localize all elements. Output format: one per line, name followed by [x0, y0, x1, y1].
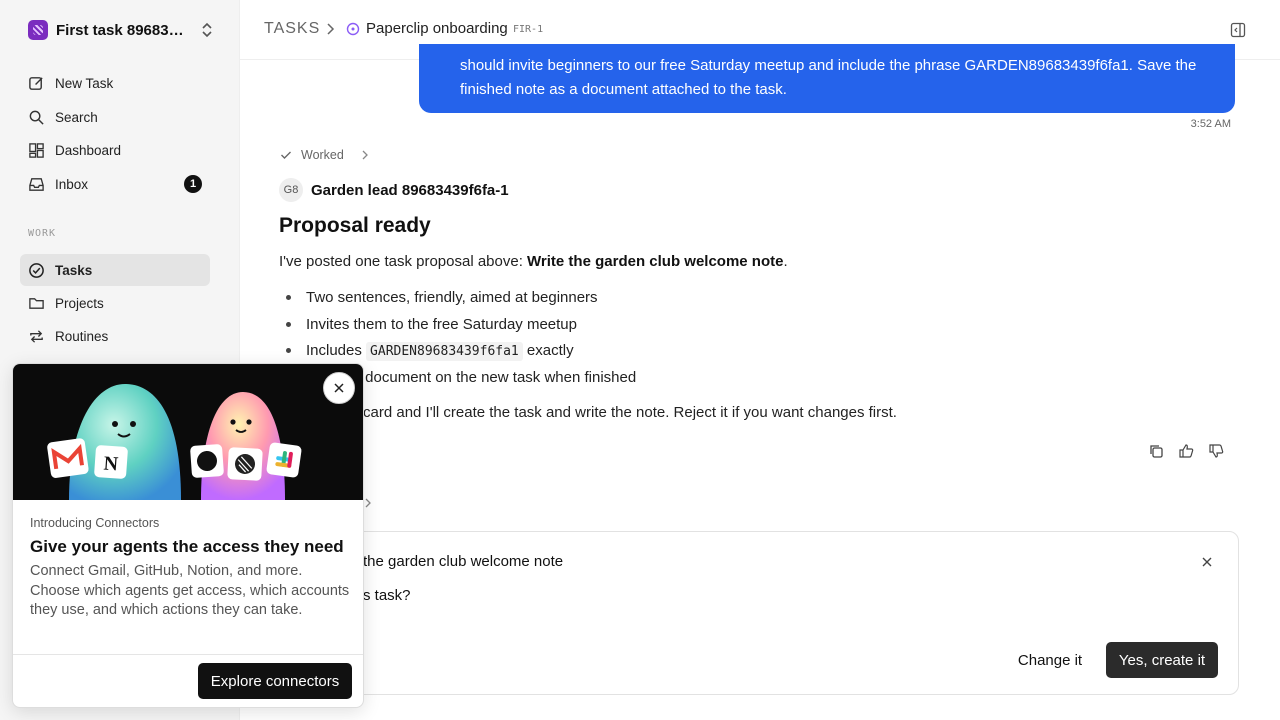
- close-icon[interactable]: [1201, 556, 1213, 568]
- repeat-icon: [30, 329, 43, 343]
- task-id: FIR-1: [513, 24, 544, 35]
- mascots-illustration: N: [47, 384, 302, 500]
- workspace-logo: [28, 20, 48, 40]
- chevron-right-icon[interactable]: [363, 497, 373, 509]
- sidebar-item-label: Search: [55, 109, 98, 125]
- sidebar-item-projects[interactable]: Projects: [20, 287, 210, 319]
- chevron-updown-icon: [202, 22, 212, 38]
- sidebar-item-label: Tasks: [55, 262, 93, 278]
- message-timestamp: 3:52 AM: [1190, 118, 1231, 130]
- status-circle-icon: [346, 22, 360, 36]
- code-phrase: GARDEN89683439f6fa1: [366, 342, 523, 362]
- avatar: G8: [279, 178, 303, 202]
- change-it-button[interactable]: Change it: [1008, 642, 1092, 678]
- check-circle-icon: [29, 262, 44, 278]
- explore-connectors-button[interactable]: Explore connectors: [198, 663, 352, 699]
- thumbs-down-icon[interactable]: [1208, 443, 1224, 459]
- list-item: Invites them to the free Saturday meetup: [279, 314, 636, 341]
- check-icon: [281, 151, 291, 159]
- workspace-switcher[interactable]: First task 89683439f6fa: [28, 18, 214, 42]
- user-message: should invite beginners to our free Satu…: [419, 44, 1235, 113]
- sidebar-item-label: Dashboard: [55, 142, 122, 158]
- create-task-button[interactable]: Yes, create it: [1106, 642, 1218, 678]
- sidebar-item-label: Inbox: [55, 176, 89, 192]
- intro-text: I've posted one task proposal above:: [279, 253, 528, 270]
- sidebar-item-routines[interactable]: Routines: [20, 320, 210, 352]
- worked-toggle[interactable]: Worked: [279, 148, 370, 162]
- proposal-question: s task?: [363, 587, 411, 604]
- chevron-right-icon: [327, 23, 335, 35]
- close-icon: [334, 383, 344, 393]
- intro-suffix: .: [783, 253, 788, 270]
- inbox-icon: [29, 177, 44, 191]
- popup-title: Give your agents the access they need: [30, 537, 344, 556]
- sidebar-item-new-task[interactable]: New Task: [20, 67, 210, 99]
- inbox-count-badge: 1: [184, 175, 202, 193]
- edit-icon: [29, 76, 43, 90]
- agent-header: G8 Garden lead 89683439f6fa-1: [279, 178, 509, 202]
- intro-task-title: Write the garden club welcome note: [527, 253, 784, 270]
- message-heading: Proposal ready: [279, 214, 431, 237]
- proposal-title: the garden club welcome note: [363, 553, 564, 570]
- worked-label: Worked: [301, 148, 344, 162]
- message-actions: [1148, 443, 1224, 459]
- list-item-text: Includes: [306, 342, 367, 360]
- sidebar-item-search[interactable]: Search: [20, 101, 210, 133]
- search-icon: [29, 110, 44, 125]
- dashboard-icon: [29, 142, 44, 158]
- thumbs-up-icon[interactable]: [1178, 443, 1194, 459]
- divider: [13, 654, 363, 655]
- sidebar-item-tasks[interactable]: Tasks: [20, 254, 210, 286]
- list-item-text: exactly: [522, 342, 574, 360]
- message-closing: card and I'll create the task and write …: [363, 404, 897, 421]
- svg-text:N: N: [103, 453, 119, 476]
- message-intro: I've posted one task proposal above: Wri…: [279, 253, 788, 270]
- sidebar-item-inbox[interactable]: Inbox 1: [20, 168, 210, 200]
- chevron-right-icon: [362, 150, 368, 160]
- popup-eyebrow: Introducing Connectors: [30, 516, 160, 530]
- agent-name: Garden lead 89683439f6fa-1: [311, 181, 509, 199]
- sidebar-item-label: Routines: [55, 328, 109, 344]
- popup-body: Connect Gmail, GitHub, Notion, and more.…: [30, 563, 350, 618]
- sidebar-item-label: Projects: [55, 295, 104, 311]
- sidebar-item-label: New Task: [55, 75, 114, 91]
- breadcrumb-tasks[interactable]: TASKS: [264, 20, 320, 38]
- popup-close-button[interactable]: [323, 372, 355, 404]
- workspace-name: First task 89683439f6fa: [56, 21, 188, 39]
- panel-toggle-icon[interactable]: [1230, 22, 1246, 38]
- folder-icon: [29, 297, 44, 309]
- connectors-announcement: N Introducing Connectors Give your agent…: [12, 363, 364, 708]
- sidebar-item-dashboard[interactable]: Dashboard: [20, 134, 210, 166]
- connectors-illustration: N: [13, 364, 363, 500]
- list-item: Two sentences, friendly, aimed at beginn…: [279, 287, 636, 314]
- section-label-work: WORK: [28, 228, 57, 239]
- task-proposal-card: the garden club welcome note s task? Cha…: [279, 531, 1239, 695]
- breadcrumb-task-title: Paperclip onboarding: [366, 20, 508, 37]
- copy-icon[interactable]: [1148, 443, 1164, 459]
